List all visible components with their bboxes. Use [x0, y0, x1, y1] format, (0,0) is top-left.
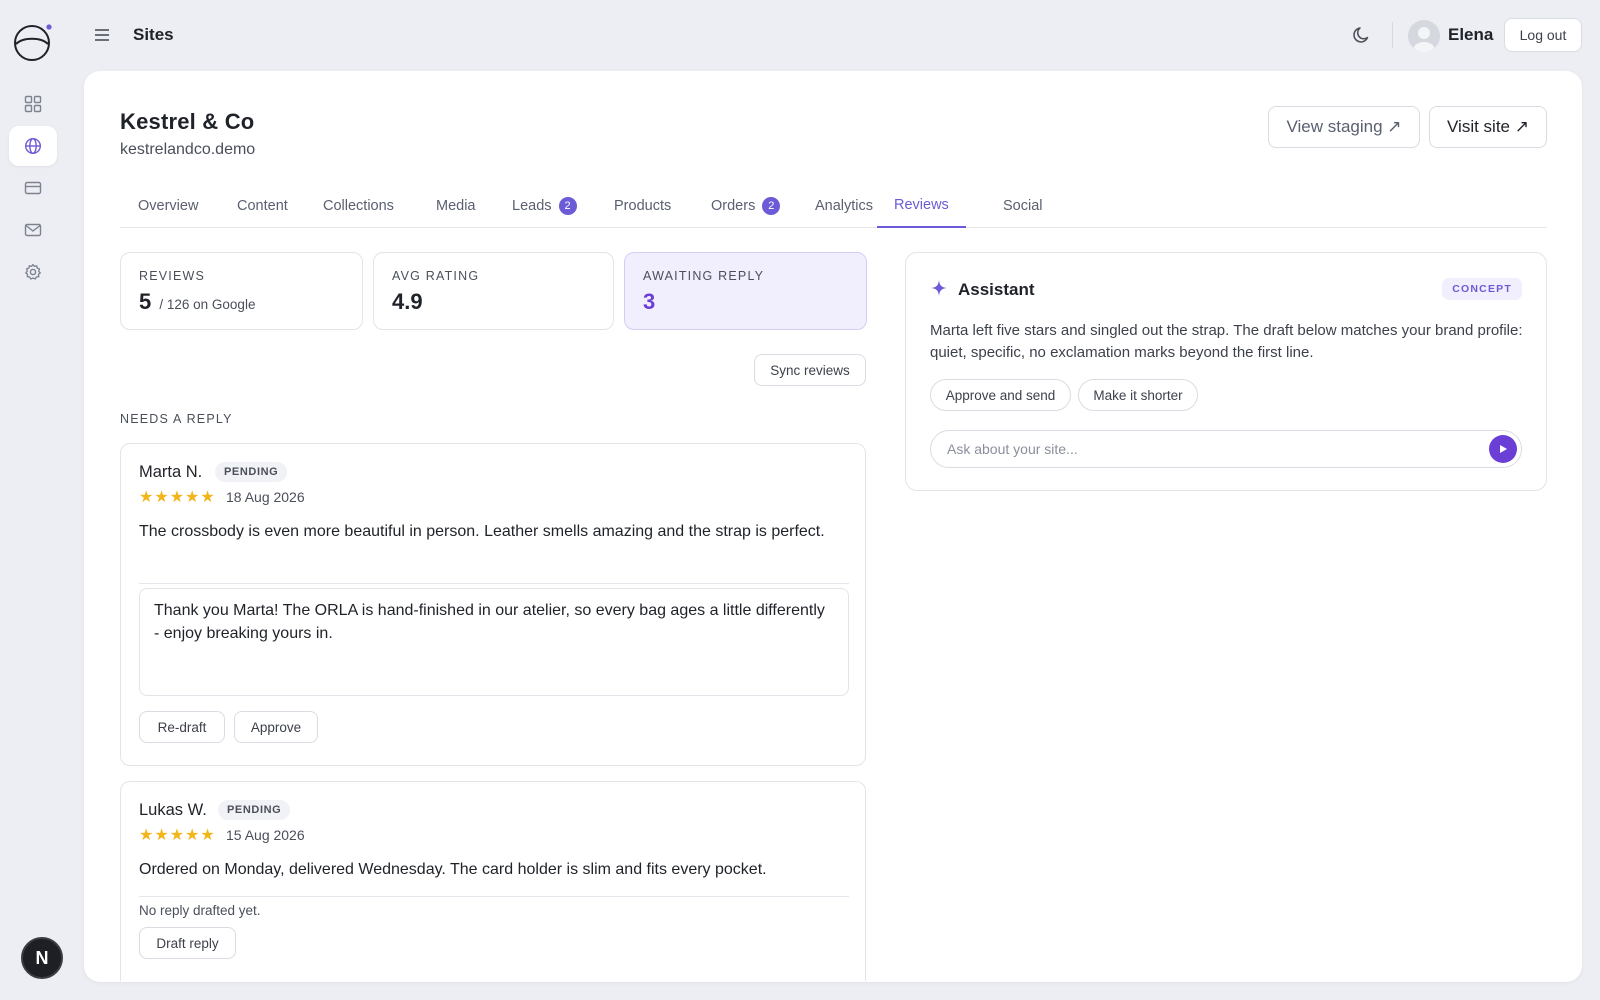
moon-icon[interactable] [1352, 25, 1372, 45]
site-title: Kestrel & Co [120, 109, 255, 134]
tab-content[interactable]: Content [237, 184, 288, 227]
review-text: The crossbody is even more beautiful in … [139, 523, 825, 540]
make-shorter-button[interactable]: Make it shorter [1078, 379, 1198, 411]
concept-badge: CONCEPT [1442, 278, 1522, 300]
tab-label: Reviews [894, 197, 949, 213]
topbar-divider [1392, 22, 1393, 48]
stat-label: AVG RATING [392, 269, 480, 283]
stat-sub: / 126 on Google [159, 297, 256, 312]
stat-value: 4.9 [392, 289, 423, 314]
gear-icon [25, 263, 41, 280]
status-badge: PENDING [218, 800, 291, 820]
tab-collections[interactable]: Collections [323, 184, 394, 227]
tab-label: Orders [711, 197, 756, 214]
card-icon [24, 181, 42, 195]
nav-dashboard[interactable] [9, 84, 57, 124]
planet-logo-icon[interactable] [13, 22, 53, 62]
approve-button[interactable]: Approve [234, 711, 318, 743]
tab-label: Overview [138, 197, 199, 214]
sync-reviews-button[interactable]: Sync reviews [754, 354, 866, 386]
redraft-button[interactable]: Re-draft [139, 711, 225, 743]
status-badge: PENDING [215, 462, 288, 482]
assistant-panel: Assistant CONCEPT Marta left five stars … [905, 252, 1547, 491]
star-rating: ★★★★★ [139, 489, 216, 506]
grid-icon [24, 95, 42, 113]
user-icon [1413, 27, 1435, 52]
site-domain: kestrelandco.demo [120, 141, 256, 158]
tab-label: Collections [323, 197, 394, 214]
globe-icon [24, 137, 42, 155]
stat-reviews: REVIEWS 5 / 126 on Google [120, 252, 363, 330]
no-reply-note: No reply drafted yet. [139, 903, 261, 918]
review-date: 15 Aug 2026 [226, 827, 305, 843]
view-staging-button[interactable]: View staging ↗ [1268, 106, 1420, 148]
visit-site-button[interactable]: Visit site ↗ [1429, 106, 1547, 148]
nav-billing[interactable] [9, 168, 57, 208]
tab-social[interactable]: Social [1003, 184, 1043, 227]
main-panel: Kestrel & Co kestrelandco.demo View stag… [84, 71, 1582, 982]
logout-button[interactable]: Log out [1504, 18, 1582, 52]
page-title: Sites [133, 25, 174, 44]
avatar[interactable] [1408, 20, 1440, 52]
mail-icon [24, 223, 42, 237]
reviewer-name: Lukas W. [139, 801, 207, 819]
tab-label: Content [237, 197, 288, 214]
site-tabs: Overview Content Collections Media Leads… [120, 184, 1547, 228]
send-icon [1500, 445, 1507, 453]
review-card: Marta N. PENDING ★★★★★ 18 Aug 2026 The c… [120, 443, 866, 766]
assistant-title: Assistant [958, 280, 1035, 299]
stat-value: 5 / 126 on Google [139, 289, 255, 315]
divider [139, 583, 849, 584]
reply-draft-field[interactable]: Thank you Marta! The ORLA is hand-finish… [139, 588, 849, 696]
tab-orders[interactable]: Orders 2 [711, 184, 781, 227]
nav-sites[interactable] [9, 126, 57, 166]
tab-count-badge: 2 [558, 196, 577, 215]
tab-media[interactable]: Media [436, 184, 476, 227]
tab-label: Social [1003, 197, 1043, 214]
stat-label: REVIEWS [139, 269, 206, 283]
section-heading: NEEDS A REPLY [120, 412, 233, 426]
sparkle-icon [931, 280, 947, 296]
stat-awaiting-reply[interactable]: AWAITING REPLY 3 [624, 252, 867, 330]
tab-products[interactable]: Products [614, 184, 671, 227]
review-text: Ordered on Monday, delivered Wednesday. … [139, 861, 767, 878]
star-rating: ★★★★★ [139, 827, 216, 844]
tab-analytics[interactable]: Analytics [815, 184, 873, 227]
app-badge[interactable]: N [21, 937, 63, 979]
user-name[interactable]: Elena [1448, 25, 1493, 45]
assistant-input-wrapper [930, 430, 1522, 468]
send-button[interactable] [1489, 435, 1517, 463]
tab-reviews[interactable]: Reviews [877, 184, 966, 228]
review-date: 18 Aug 2026 [226, 489, 305, 505]
tab-leads[interactable]: Leads 2 [512, 184, 577, 227]
tab-count-badge: 2 [762, 196, 781, 215]
assistant-message: Marta left five stars and singled out th… [930, 322, 1523, 361]
draft-reply-button[interactable]: Draft reply [139, 927, 236, 959]
stat-label: AWAITING REPLY [643, 269, 765, 283]
nav-settings[interactable] [9, 252, 57, 292]
tab-label: Analytics [815, 197, 874, 214]
stat-number: 5 [139, 289, 152, 314]
hamburger-menu-icon[interactable] [92, 25, 112, 45]
stat-value: 3 [643, 289, 656, 314]
tab-label: Products [614, 197, 672, 214]
tab-label: Leads [512, 197, 552, 214]
reviewer-name: Marta N. [139, 463, 203, 481]
approve-and-send-button[interactable]: Approve and send [930, 379, 1071, 411]
review-card: Lukas W. PENDING ★★★★★ 15 Aug 2026 Order… [120, 781, 866, 981]
left-rail: N [0, 0, 66, 1000]
stat-avg-rating: AVG RATING 4.9 [373, 252, 614, 330]
assistant-input[interactable] [947, 439, 1467, 459]
divider [139, 896, 849, 897]
tab-overview[interactable]: Overview [138, 184, 198, 227]
tab-label: Media [436, 197, 476, 214]
nav-mail[interactable] [9, 210, 57, 250]
